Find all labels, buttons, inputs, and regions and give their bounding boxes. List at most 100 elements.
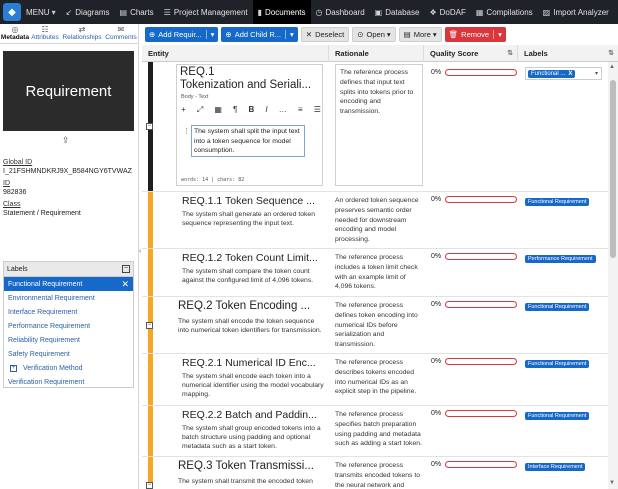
column-labels[interactable]: Labels ⇅: [518, 45, 618, 62]
labels-cell: Functional Requirement: [525, 410, 590, 420]
label-item-interface[interactable]: Interface Requirement: [4, 305, 133, 319]
nav-import-analyzer[interactable]: ▨ Import Analyzer: [538, 0, 614, 24]
add-child-requirement-button[interactable]: ⊕ Add Child R... ▾: [221, 27, 298, 42]
collapse-icon[interactable]: −: [146, 123, 153, 130]
more-button[interactable]: ▤ More ▾: [398, 27, 442, 42]
label-item-verification-method[interactable]: + Verification Method: [4, 361, 133, 375]
collapse-icon[interactable]: −: [146, 322, 153, 329]
menu-button[interactable]: MENU ▾: [21, 0, 61, 24]
column-entity[interactable]: Entity: [142, 45, 329, 62]
expand-icon[interactable]: +: [10, 364, 17, 372]
entity-description: The system shall group encoded tokens in…: [182, 425, 321, 450]
labels-header: Labels −: [4, 262, 133, 277]
nav-dodaf[interactable]: ❖ DoDAF: [424, 0, 470, 24]
sort-icon[interactable]: ⇅: [608, 45, 614, 62]
tab-metadata[interactable]: ◎ Metadata: [0, 24, 30, 43]
open-button[interactable]: ⊙ Open ▾: [352, 27, 396, 42]
nav-documents[interactable]: ▮ Documents: [252, 0, 311, 24]
labels-select[interactable]: Functional ... X ▾: [525, 67, 602, 80]
body-text-editor[interactable]: The system shall split the input text in…: [191, 125, 305, 157]
chevron-down-icon[interactable]: ▾: [493, 30, 502, 39]
minimize-icon[interactable]: −: [122, 265, 130, 273]
tab-comments[interactable]: ✉ Comments: [104, 24, 138, 43]
collapse-icon[interactable]: −: [146, 482, 153, 489]
class-label: Class: [3, 201, 21, 208]
app-logo-icon[interactable]: ◆: [3, 3, 21, 21]
close-icon: ✕: [305, 30, 313, 39]
quality-score: 0%: [431, 301, 517, 308]
table-row[interactable]: − REQ.3 Token Transmissi... The system s…: [142, 457, 608, 489]
add-requirement-button[interactable]: ⊕ Add Requir... ▾: [145, 27, 219, 42]
label-item-environmental[interactable]: Environmental Requirement: [4, 291, 133, 305]
entity-title[interactable]: REQ.2.2 Batch and Paddin...: [182, 409, 327, 421]
remove-label-icon[interactable]: X: [568, 71, 572, 77]
global-id-label: Global ID: [3, 159, 33, 166]
quality-bar: [445, 69, 517, 76]
label-item-verification-requirement[interactable]: Verification Requirement: [4, 375, 133, 389]
quality-score: 0%: [431, 358, 517, 365]
table-row-editing[interactable]: − REQ.1 Tokenization and Seriali... Body …: [142, 62, 608, 192]
entity-title[interactable]: REQ.2 Token Encoding ...: [178, 300, 328, 312]
entity-editor: REQ.1 Tokenization and Seriali... Body - …: [176, 64, 323, 186]
nav-project-management[interactable]: ☰ Project Management: [159, 0, 253, 24]
close-icon[interactable]: ✕: [121, 279, 129, 290]
label-chip: Functional Requirement: [525, 303, 590, 311]
entity-title[interactable]: REQ.1.2 Token Count Limit...: [182, 252, 327, 264]
label-chip: Interface Requirement: [525, 463, 586, 471]
label-item-safety[interactable]: Safety Requirement: [4, 347, 133, 361]
entity-title[interactable]: REQ.1.1 Token Sequence ...: [182, 195, 327, 207]
table-row[interactable]: REQ.2.2 Batch and Paddin... The system s…: [142, 406, 608, 457]
nav-dashboard[interactable]: ◷ Dashboard: [311, 0, 370, 24]
label-item-reliability[interactable]: Reliability Requirement: [4, 333, 133, 347]
grid-header: Entity Rationale Quality Score ⇅ Labels ⇅: [142, 45, 618, 62]
rationale-editor[interactable]: The reference process defines that input…: [335, 64, 423, 186]
nav-diagrams[interactable]: ↙ Diagrams: [61, 0, 115, 24]
export-icon[interactable]: ⇪: [62, 135, 70, 146]
add-icon[interactable]: +: [181, 105, 186, 115]
scroll-down-icon[interactable]: ▼: [609, 480, 615, 486]
label-chip: Functional Requirement: [525, 412, 590, 420]
nav-charts[interactable]: ▤ Charts: [115, 0, 159, 24]
comments-icon: ✉: [117, 25, 125, 34]
table-row[interactable]: REQ.2.1 Numerical ID Enc... The system s…: [142, 354, 608, 406]
entity-title[interactable]: REQ.2.1 Numerical ID Enc...: [182, 357, 327, 369]
bold-icon[interactable]: B: [249, 105, 255, 115]
chevron-down-icon[interactable]: ▾: [285, 30, 294, 39]
metadata-icon: ◎: [11, 25, 19, 34]
paragraph-icon[interactable]: ¶: [233, 105, 237, 115]
rationale-cell: The reference process defines token enco…: [335, 302, 418, 349]
column-rationale[interactable]: Rationale: [329, 45, 424, 62]
more-icon[interactable]: …: [279, 105, 287, 115]
drag-handle-icon[interactable]: ⋮: [183, 127, 190, 135]
list-icon[interactable]: ☰: [314, 105, 321, 115]
table-row[interactable]: − REQ.2 Token Encoding ... The system sh…: [142, 297, 608, 354]
nav-database[interactable]: ▣ Database: [370, 0, 425, 24]
nav-compilations[interactable]: ▦ Compilations: [471, 0, 538, 24]
entity-title[interactable]: REQ.1 Tokenization and Seriali...: [180, 66, 324, 92]
entity-title[interactable]: REQ.3 Token Transmissi...: [178, 460, 328, 472]
scroll-up-icon[interactable]: ▲: [609, 64, 615, 70]
quality-score: 0%: [431, 410, 517, 417]
expand-icon[interactable]: ⤢: [197, 105, 203, 115]
label-chip: Functional Requirement: [525, 360, 590, 368]
chevron-down-icon[interactable]: ▾: [205, 30, 214, 39]
table-icon[interactable]: ▦: [214, 105, 222, 115]
align-icon[interactable]: ≡: [298, 105, 303, 115]
deselect-button[interactable]: ✕ Deselect: [300, 27, 350, 42]
chevron-down-icon[interactable]: ▾: [595, 70, 598, 77]
table-row[interactable]: REQ.1.1 Token Sequence ... The system sh…: [142, 192, 608, 249]
table-row[interactable]: REQ.1.2 Token Count Limit... The system …: [142, 249, 608, 297]
sort-icon[interactable]: ⇅: [507, 45, 513, 62]
vertical-scrollbar[interactable]: ▲ ▼: [608, 62, 618, 489]
column-quality-score[interactable]: Quality Score ⇅: [424, 45, 518, 62]
entity-description: The system shall compare the token count…: [182, 268, 314, 284]
document-icon: ▮: [257, 7, 263, 17]
label-item-performance[interactable]: Performance Requirement: [4, 319, 133, 333]
scrollbar-thumb[interactable]: [610, 80, 616, 258]
label-item-functional[interactable]: Functional Requirement ✕: [4, 277, 133, 291]
tab-attributes[interactable]: ☷ Attributes: [30, 24, 60, 43]
remove-button[interactable]: 🗑 Remove ▾: [444, 27, 506, 42]
tab-relationships[interactable]: ⇄ Relationships: [60, 24, 104, 43]
italic-icon[interactable]: I: [265, 105, 267, 115]
labels-cell: Performance Requirement: [525, 253, 596, 263]
